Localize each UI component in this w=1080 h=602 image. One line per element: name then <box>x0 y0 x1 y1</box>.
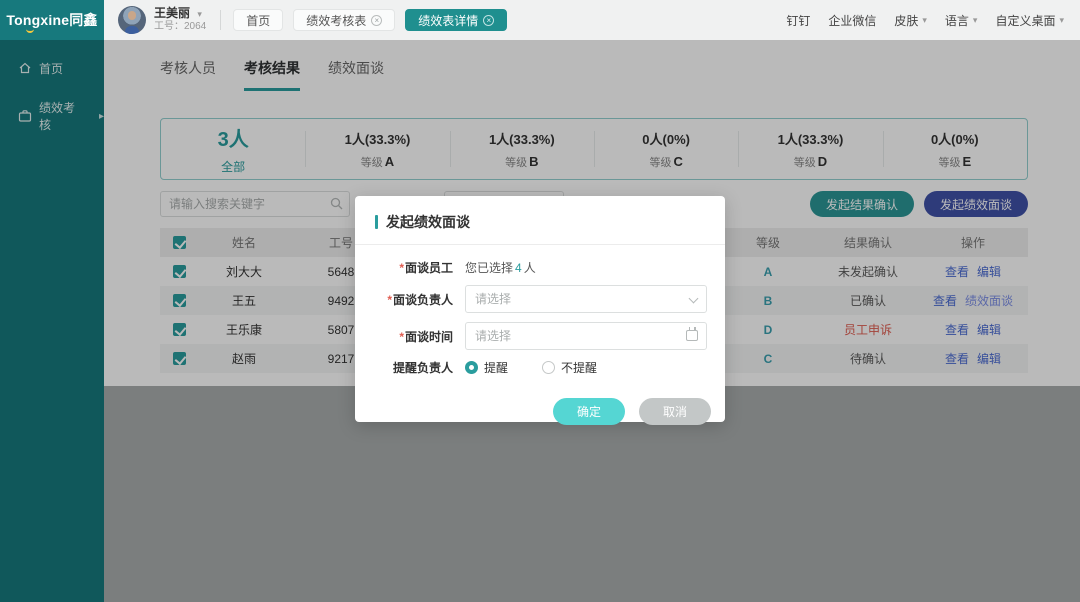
user-name: 王美丽 <box>154 6 190 20</box>
menu-dingtalk[interactable]: 钉钉 <box>786 12 810 29</box>
field-interview-leader: *面谈负责人 <box>373 285 707 313</box>
chevron-down-icon: ▾ <box>922 15 927 26</box>
radio-icon <box>542 361 555 374</box>
employee-selected-value: 您已选择4人 <box>465 259 536 276</box>
nav-pill-label: 首页 <box>246 12 270 29</box>
avatar <box>118 6 146 34</box>
chevron-down-icon: ▾ <box>973 15 978 26</box>
radio-remind[interactable]: 提醒 <box>465 359 508 376</box>
radio-icon <box>465 361 478 374</box>
topbar: Tongxine同鑫 王美丽 ▾ 工号：2064 首页 绩效考核表 × <box>0 0 1080 40</box>
required-mark: * <box>387 293 392 307</box>
radio-label: 提醒 <box>484 359 508 376</box>
menu-wecom[interactable]: 企业微信 <box>828 12 876 29</box>
calendar-icon <box>686 330 698 341</box>
field-label: *面谈负责人 <box>373 291 453 308</box>
required-mark: * <box>399 330 404 344</box>
user-chip[interactable]: 王美丽 ▾ 工号：2064 <box>118 6 206 34</box>
chevron-down-icon: ▾ <box>1059 15 1064 26</box>
field-remind-leader: 提醒负责人 提醒 不提醒 <box>373 359 707 376</box>
field-label: *面谈员工 <box>373 259 453 276</box>
cancel-button[interactable]: 取消 <box>639 398 711 425</box>
chevron-down-icon: ▾ <box>197 9 202 20</box>
modal-title-row: 发起绩效面谈 <box>355 196 725 244</box>
topbar-menu: 钉钉 企业微信 皮肤 ▾ 语言 ▾ 自定义桌面 ▾ <box>786 12 1080 29</box>
time-picker-input[interactable] <box>465 322 707 350</box>
modal-buttons: 确定 取消 <box>355 398 725 425</box>
required-mark: * <box>399 261 404 275</box>
field-label: *面谈时间 <box>373 328 453 345</box>
radio-no-remind[interactable]: 不提醒 <box>542 359 597 376</box>
radio-label: 不提醒 <box>561 359 597 376</box>
nav-pill-home[interactable]: 首页 <box>233 9 283 31</box>
close-icon[interactable]: × <box>371 15 382 26</box>
brand-smile-mark <box>26 29 34 33</box>
launch-interview-modal: 发起绩效面谈 *面谈员工 您已选择4人 *面谈负责人 *面谈时间 提醒负责人 <box>355 196 725 422</box>
menu-language[interactable]: 语言 ▾ <box>945 12 978 29</box>
time-picker[interactable] <box>465 322 707 350</box>
user-employee-no: 工号：2064 <box>154 21 206 34</box>
topbar-divider <box>220 10 221 30</box>
field-interview-employee: *面谈员工 您已选择4人 <box>373 259 707 276</box>
remind-radio-group: 提醒 不提醒 <box>465 359 597 376</box>
leader-select-input[interactable] <box>465 285 707 313</box>
brand-logo: Tongxine同鑫 <box>0 0 104 40</box>
close-icon[interactable]: × <box>483 15 494 26</box>
nav-pill-assessment-table[interactable]: 绩效考核表 × <box>293 9 395 31</box>
modal-title: 发起绩效面谈 <box>386 212 470 232</box>
selected-count: 4 <box>515 261 522 275</box>
nav-pill-label: 绩效表详情 <box>418 12 478 29</box>
menu-label: 皮肤 <box>894 12 918 29</box>
field-interview-time: *面谈时间 <box>373 322 707 350</box>
menu-custom-desktop[interactable]: 自定义桌面 ▾ <box>995 12 1064 29</box>
brand-logo-text: Tongxine同鑫 <box>6 10 97 30</box>
nav-pill-table-detail[interactable]: 绩效表详情 × <box>405 9 507 31</box>
menu-label: 自定义桌面 <box>995 12 1055 29</box>
modal-divider <box>355 244 725 245</box>
menu-label: 企业微信 <box>828 12 876 29</box>
menu-skin[interactable]: 皮肤 ▾ <box>894 12 927 29</box>
leader-select[interactable] <box>465 285 707 313</box>
menu-label: 钉钉 <box>786 12 810 29</box>
menu-label: 语言 <box>945 12 969 29</box>
topbar-nav-pills: 首页 绩效考核表 × 绩效表详情 × <box>233 9 507 31</box>
user-info: 王美丽 ▾ 工号：2064 <box>154 6 206 34</box>
app-root: Tongxine同鑫 王美丽 ▾ 工号：2064 首页 绩效考核表 × <box>0 0 1080 602</box>
field-label: 提醒负责人 <box>373 359 453 376</box>
nav-pill-label: 绩效考核表 <box>306 12 366 29</box>
confirm-button[interactable]: 确定 <box>553 398 625 425</box>
title-accent-bar <box>375 215 378 229</box>
